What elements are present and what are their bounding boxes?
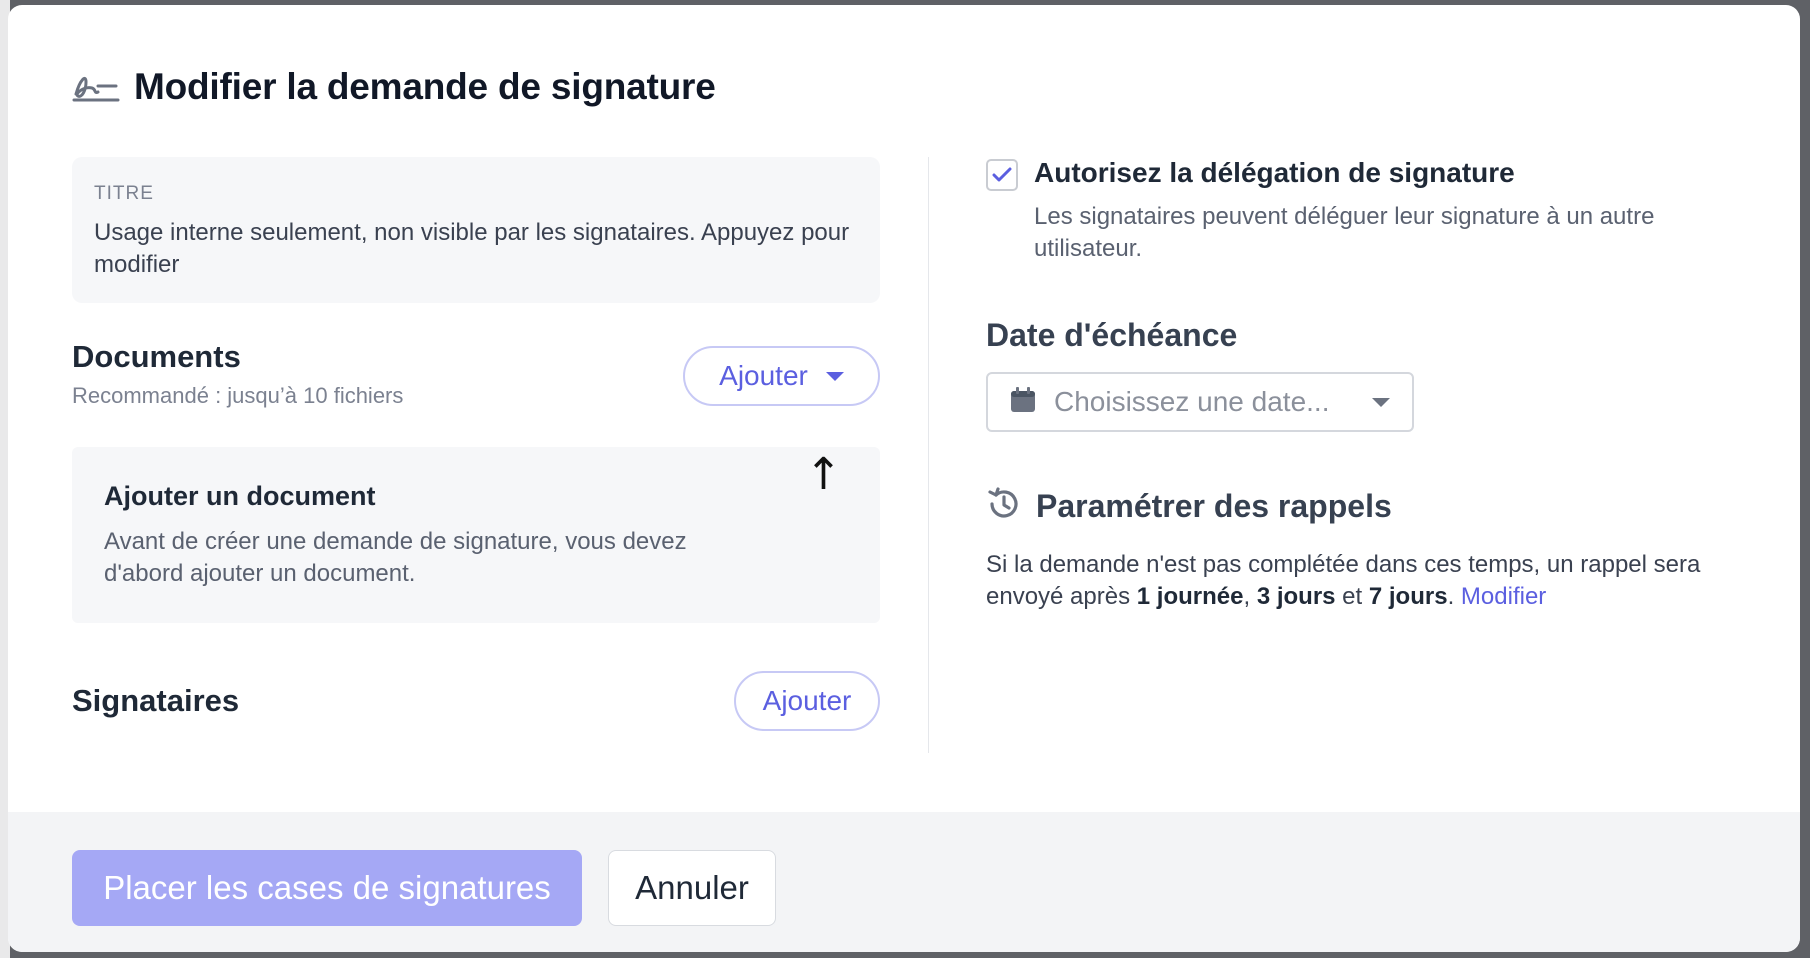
modal-footer: Placer les cases de signatures Annuler: [8, 812, 1800, 952]
reminders-separator: ,: [1243, 583, 1257, 610]
place-signature-fields-button[interactable]: Placer les cases de signatures: [72, 850, 582, 926]
add-signer-button-label: Ajouter: [762, 685, 852, 716]
reminder-3: 7 jours: [1368, 583, 1448, 610]
modify-reminders-link[interactable]: Modifier: [1461, 583, 1546, 610]
cancel-button[interactable]: Annuler: [608, 850, 776, 926]
add-signer-button[interactable]: Ajouter: [734, 671, 880, 731]
reminders-separator: .: [1447, 583, 1461, 610]
due-date-select[interactable]: Choisissez une date...: [986, 372, 1414, 432]
reminders-separator: et: [1335, 583, 1369, 610]
empty-documents-panel: ↑ Ajouter un document Avant de créer une…: [72, 447, 880, 623]
modal-title: Modifier la demande de signature: [134, 66, 716, 107]
reminder-1: 1 journée: [1136, 583, 1244, 610]
reminders-header: Paramétrer des rappels: [986, 486, 1746, 527]
due-date-title: Date d'échéance: [986, 317, 1238, 353]
empty-documents-text: Avant de créer une demande de signature,…: [104, 528, 687, 587]
title-field-label: TITRE: [94, 183, 154, 204]
reminders-description: Si la demande n'est pas complétée dans c…: [986, 549, 1726, 613]
chevron-down-icon: [1372, 397, 1390, 407]
signature-request-modal: Modifier la demande de signature TITRE U…: [8, 5, 1800, 952]
calendar-icon: [1010, 386, 1036, 418]
add-document-button[interactable]: Ajouter: [683, 346, 880, 406]
delegation-checkbox[interactable]: [986, 159, 1018, 191]
signature-icon: [72, 67, 120, 107]
documents-section-header: Documents Recommandé : jusqu’à 10 fichie…: [72, 339, 880, 419]
arrow-up-icon: ↑: [805, 449, 842, 500]
empty-documents-title: Ajouter un document: [104, 481, 376, 511]
reminders-title: Paramétrer des rappels: [1036, 488, 1392, 524]
chevron-down-icon: [825, 371, 844, 381]
checkmark-icon: [992, 167, 1012, 182]
delegation-title: Autorisez la délégation de signature: [1034, 157, 1515, 188]
delegation-description: Les signataires peuvent déléguer leur si…: [1034, 203, 1655, 262]
signers-section-header: Signataires Ajouter: [72, 671, 880, 731]
modal-header: Modifier la demande de signature: [72, 63, 716, 111]
add-document-button-label: Ajouter: [719, 360, 808, 391]
title-field[interactable]: TITRE Usage interne seulement, non visib…: [72, 157, 880, 303]
history-icon: [986, 486, 1022, 527]
reminder-2: 3 jours: [1256, 583, 1336, 610]
title-field-help: Usage interne seulement, non visible par…: [94, 219, 850, 278]
right-column: Autorisez la délégation de signature Les…: [986, 157, 1746, 613]
delegation-option: Autorisez la délégation de signature Les…: [986, 157, 1746, 265]
column-divider: [928, 157, 929, 753]
due-date-placeholder: Choisissez une date...: [1054, 386, 1330, 417]
left-column: TITRE Usage interne seulement, non visib…: [72, 157, 880, 731]
